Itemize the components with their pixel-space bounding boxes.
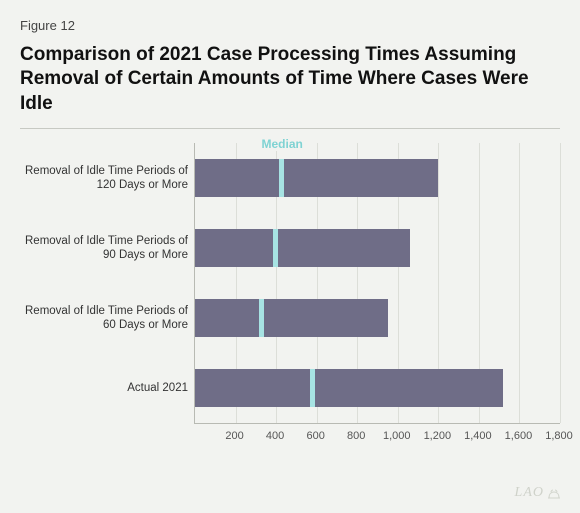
x-tick-label: 400 [266, 430, 284, 442]
x-tick-label: 1,200 [424, 430, 452, 442]
figure-number: Figure 12 [20, 18, 560, 33]
bar-row [195, 143, 560, 213]
x-tick-label: 200 [225, 430, 243, 442]
x-tick-label: 1,600 [505, 430, 533, 442]
y-label: Removal of Idle Time Periods of 90 Days … [20, 213, 194, 283]
median-marker [273, 229, 278, 267]
bar-row [195, 283, 560, 353]
x-axis: 2004006008001,0001,2001,4001,6001,800 [194, 423, 560, 454]
bars-container [195, 143, 560, 423]
median-marker [259, 299, 264, 337]
x-tick-label: 1,800 [545, 430, 573, 442]
y-label: Removal of Idle Time Periods of 120 Days… [20, 143, 194, 213]
x-tick-label: 600 [306, 430, 324, 442]
x-tick-label: 1,400 [464, 430, 492, 442]
figure-container: Figure 12 Comparison of 2021 Case Proces… [0, 0, 580, 513]
median-marker [279, 159, 284, 197]
bar [195, 299, 388, 337]
plot-canvas: Median [194, 143, 560, 423]
median-marker [310, 369, 315, 407]
logo-text: LAO [515, 485, 544, 501]
y-label: Actual 2021 [20, 353, 194, 423]
bear-icon [546, 486, 562, 500]
y-axis-labels: Removal of Idle Time Periods of 120 Days… [20, 143, 194, 423]
bar [195, 369, 503, 407]
bar [195, 229, 410, 267]
lao-logo: LAO [515, 485, 562, 501]
x-tick-label: 1,000 [383, 430, 411, 442]
bar-row [195, 353, 560, 423]
divider [20, 128, 560, 129]
x-tick-label: 800 [347, 430, 365, 442]
y-label: Removal of Idle Time Periods of 60 Days … [20, 283, 194, 353]
figure-title: Comparison of 2021 Case Processing Times… [20, 43, 560, 116]
bar-row [195, 213, 560, 283]
plot-area: Removal of Idle Time Periods of 120 Days… [20, 143, 560, 423]
bar [195, 159, 438, 197]
